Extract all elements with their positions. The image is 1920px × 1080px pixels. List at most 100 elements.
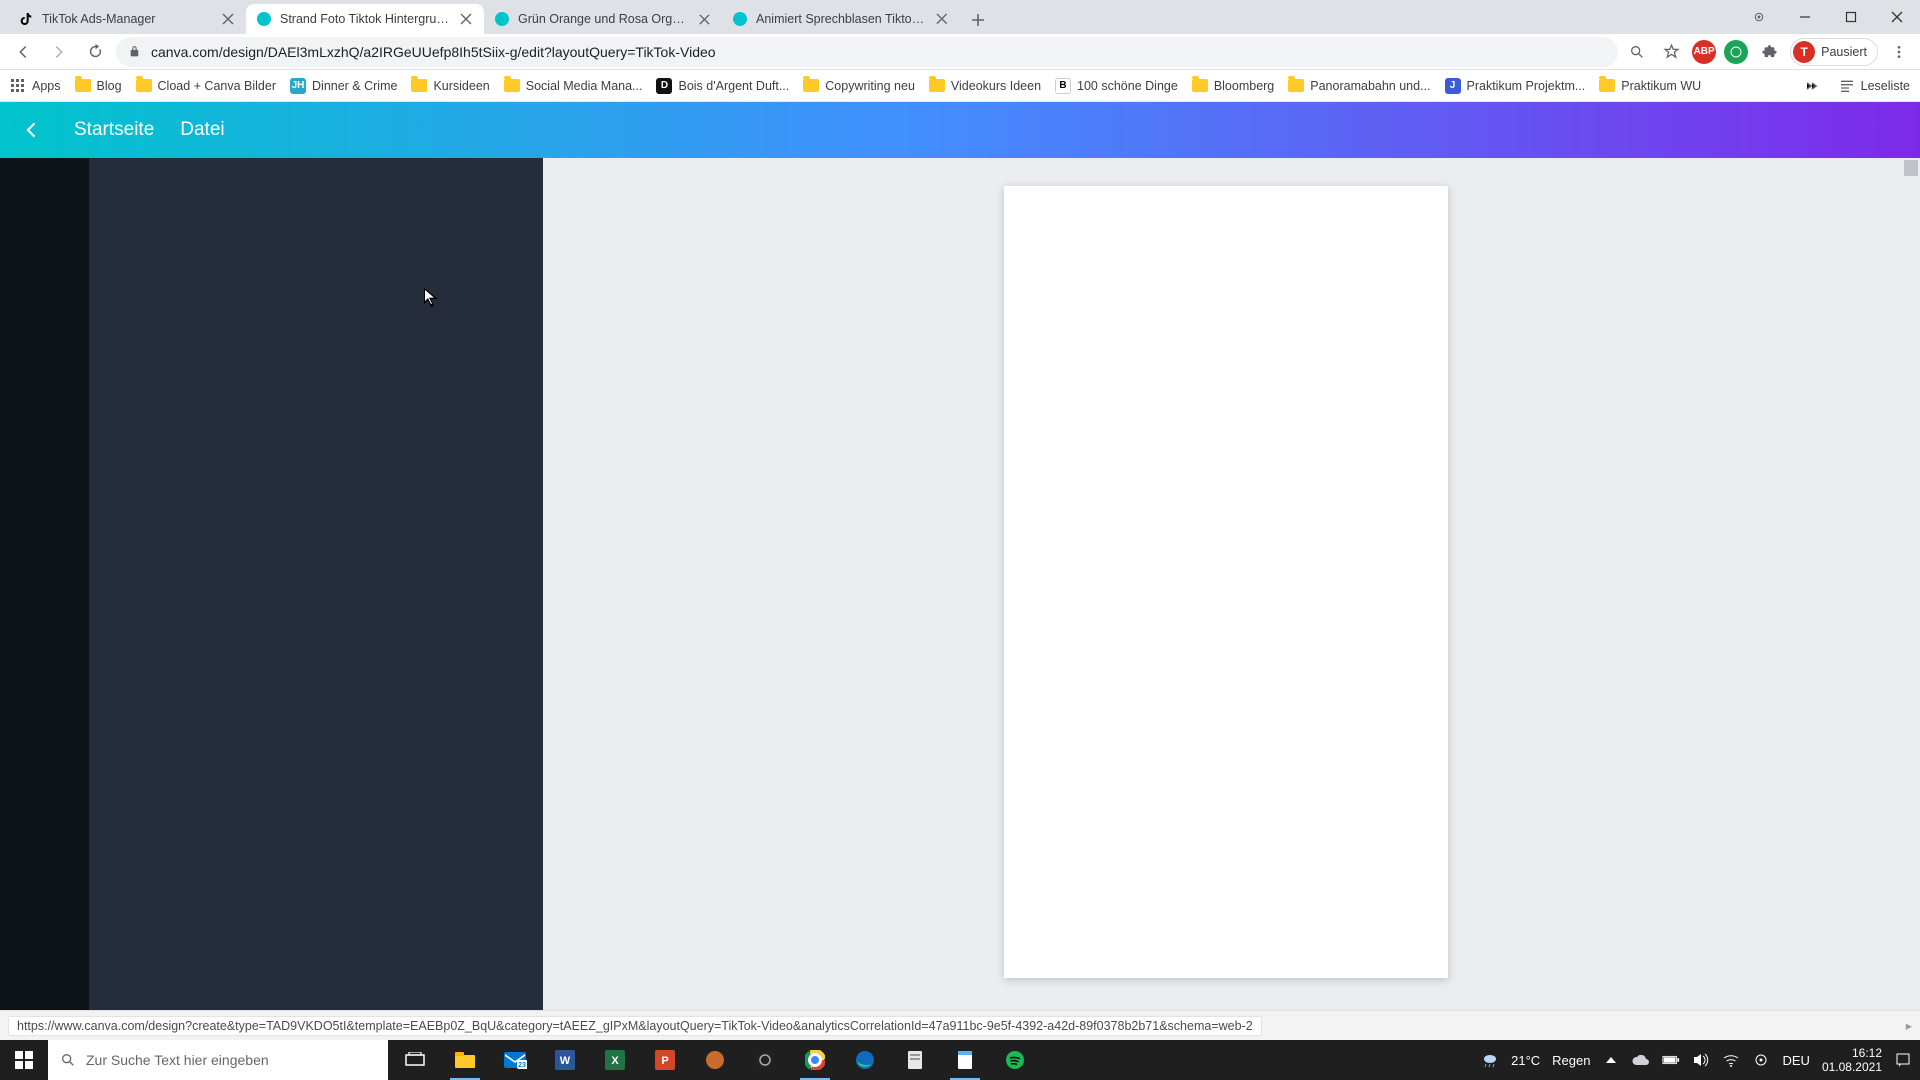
bookmark-star-icon[interactable]: [1658, 37, 1684, 67]
bookmark-dinner[interactable]: JHDinner & Crime: [290, 78, 397, 94]
close-icon[interactable]: [220, 11, 236, 27]
tray-onedrive-icon[interactable]: [1632, 1051, 1650, 1069]
reload-button[interactable]: [80, 37, 110, 67]
app-back-button[interactable]: [14, 113, 48, 147]
account-dot-icon[interactable]: [1736, 0, 1782, 34]
close-icon[interactable]: [934, 11, 950, 27]
search-icon[interactable]: [1624, 37, 1650, 67]
bookmark-apps[interactable]: Apps: [10, 78, 61, 94]
taskbar-spotify[interactable]: [992, 1040, 1038, 1080]
bookmark-kursideen[interactable]: Kursideen: [411, 79, 489, 93]
reading-list-button[interactable]: Leseliste: [1839, 78, 1910, 94]
tray-wifi-icon[interactable]: [1722, 1051, 1740, 1069]
folder-icon: [504, 79, 520, 92]
taskbar-explorer[interactable]: [442, 1040, 488, 1080]
reading-list-icon: [1839, 78, 1855, 94]
taskbar-word[interactable]: W: [542, 1040, 588, 1080]
bookmark-copywriting[interactable]: Copywriting neu: [803, 79, 915, 93]
bookmark-100schoene[interactable]: B100 schöne Dinge: [1055, 78, 1178, 94]
site-icon: B: [1055, 78, 1071, 94]
tab-tiktok-ads[interactable]: TikTok Ads-Manager: [8, 4, 246, 34]
browser-toolbar: canva.com/design/DAEl3mLxzhQ/a2IRGeUUefp…: [0, 34, 1920, 70]
tray-chevron-up-icon[interactable]: [1602, 1051, 1620, 1069]
bookmark-bois[interactable]: DBois d'Argent Duft...: [656, 78, 789, 94]
taskbar-powerpoint[interactable]: P: [642, 1040, 688, 1080]
weather-temp[interactable]: 21°C: [1511, 1053, 1540, 1068]
folder-icon: [136, 79, 152, 92]
close-icon[interactable]: [697, 11, 712, 27]
taskbar-chrome[interactable]: [792, 1040, 838, 1080]
tray-datetime[interactable]: 16:12 01.08.2021: [1822, 1046, 1882, 1074]
tiktok-icon: [18, 11, 34, 27]
profile-chip[interactable]: T Pausiert: [1790, 38, 1878, 66]
taskbar: Zur Suche Text hier eingeben 23 W X P 21…: [0, 1040, 1920, 1080]
new-tab-button[interactable]: [964, 6, 992, 34]
system-tray: 21°C Regen DEU 16:12 01.08.2021: [1481, 1046, 1920, 1074]
tray-volume-icon[interactable]: [1692, 1051, 1710, 1069]
svg-text:23: 23: [518, 1062, 526, 1069]
extensions-puzzle-icon[interactable]: [1756, 37, 1782, 67]
bookmark-label: Blog: [97, 79, 122, 93]
bookmark-label: Praktikum Projektm...: [1467, 79, 1586, 93]
minimize-button[interactable]: [1782, 0, 1828, 34]
canva-icon: [732, 11, 748, 27]
folder-icon: [929, 79, 945, 92]
bookmarks-bar: Apps Blog Cload + Canva Bilder JHDinner …: [0, 70, 1920, 102]
cursor-icon: [424, 288, 438, 308]
start-button[interactable]: [0, 1040, 48, 1080]
kebab-menu-icon[interactable]: [1886, 37, 1912, 67]
svg-text:X: X: [611, 1055, 619, 1067]
profile-avatar: T: [1793, 41, 1815, 63]
bookmark-praktikum-wu[interactable]: Praktikum WU: [1599, 79, 1701, 93]
folder-icon: [411, 79, 427, 92]
vertical-scrollbar[interactable]: [1904, 160, 1918, 176]
taskbar-app-brown[interactable]: [692, 1040, 738, 1080]
tab-canva-strand[interactable]: Strand Foto Tiktok Hintergrund: [246, 4, 484, 34]
taskbar-excel[interactable]: X: [592, 1040, 638, 1080]
window-close-button[interactable]: [1874, 0, 1920, 34]
back-button[interactable]: [8, 37, 38, 67]
canva-icon: [256, 11, 272, 27]
taskbar-notepad[interactable]: [942, 1040, 988, 1080]
taskbar-mail[interactable]: 23: [492, 1040, 538, 1080]
browser-tabstrip: TikTok Ads-Manager Strand Foto Tiktok Hi…: [0, 0, 1920, 34]
address-bar[interactable]: canva.com/design/DAEl3mLxzhQ/a2IRGeUUefp…: [116, 37, 1618, 67]
bookmark-videokurs[interactable]: Videokurs Ideen: [929, 79, 1041, 93]
close-icon[interactable]: [458, 11, 474, 27]
horizontal-scroll-arrow-icon[interactable]: ▸: [1906, 1018, 1912, 1033]
search-icon: [60, 1052, 76, 1068]
folder-icon: [1192, 79, 1208, 92]
bookmark-blog[interactable]: Blog: [75, 79, 122, 93]
taskbar-search[interactable]: Zur Suche Text hier eingeben: [48, 1040, 388, 1080]
menu-home[interactable]: Startseite: [74, 119, 154, 141]
task-view-button[interactable]: [392, 1040, 438, 1080]
extension-abp-icon[interactable]: ABP: [1692, 40, 1716, 64]
extension-green-icon[interactable]: [1724, 40, 1748, 64]
tray-notifications-icon[interactable]: [1894, 1051, 1912, 1069]
tab-canva-animiert[interactable]: Animiert Sprechblasen Tiktok-H: [722, 4, 960, 34]
tray-language[interactable]: DEU: [1782, 1053, 1809, 1068]
bookmark-label: Cload + Canva Bilder: [158, 79, 276, 93]
bookmark-label: Dinner & Crime: [312, 79, 397, 93]
weather-icon[interactable]: [1481, 1051, 1499, 1069]
bookmark-label: Panoramabahn und...: [1310, 79, 1430, 93]
maximize-button[interactable]: [1828, 0, 1874, 34]
tray-battery-icon[interactable]: [1662, 1051, 1680, 1069]
weather-label[interactable]: Regen: [1552, 1053, 1590, 1068]
bookmark-bloomberg[interactable]: Bloomberg: [1192, 79, 1274, 93]
taskbar-obs[interactable]: [742, 1040, 788, 1080]
forward-button[interactable]: [44, 37, 74, 67]
bookmark-panorama[interactable]: Panoramabahn und...: [1288, 79, 1430, 93]
taskbar-app-grey[interactable]: [892, 1040, 938, 1080]
canvas-page[interactable]: [1004, 186, 1448, 978]
menu-file[interactable]: Datei: [180, 119, 224, 141]
taskbar-edge[interactable]: [842, 1040, 888, 1080]
tab-canva-gruen[interactable]: Grün Orange und Rosa Organisc: [484, 4, 722, 34]
side-panel[interactable]: [89, 158, 543, 1010]
bookmark-social[interactable]: Social Media Mana...: [504, 79, 643, 93]
bookmark-cload[interactable]: Cload + Canva Bilder: [136, 79, 276, 93]
bookmarks-overflow-icon[interactable]: [1797, 78, 1825, 94]
bookmark-praktikum-pm[interactable]: JPraktikum Projektm...: [1445, 78, 1586, 94]
tray-location-icon[interactable]: [1752, 1051, 1770, 1069]
side-rail[interactable]: [0, 158, 89, 1010]
